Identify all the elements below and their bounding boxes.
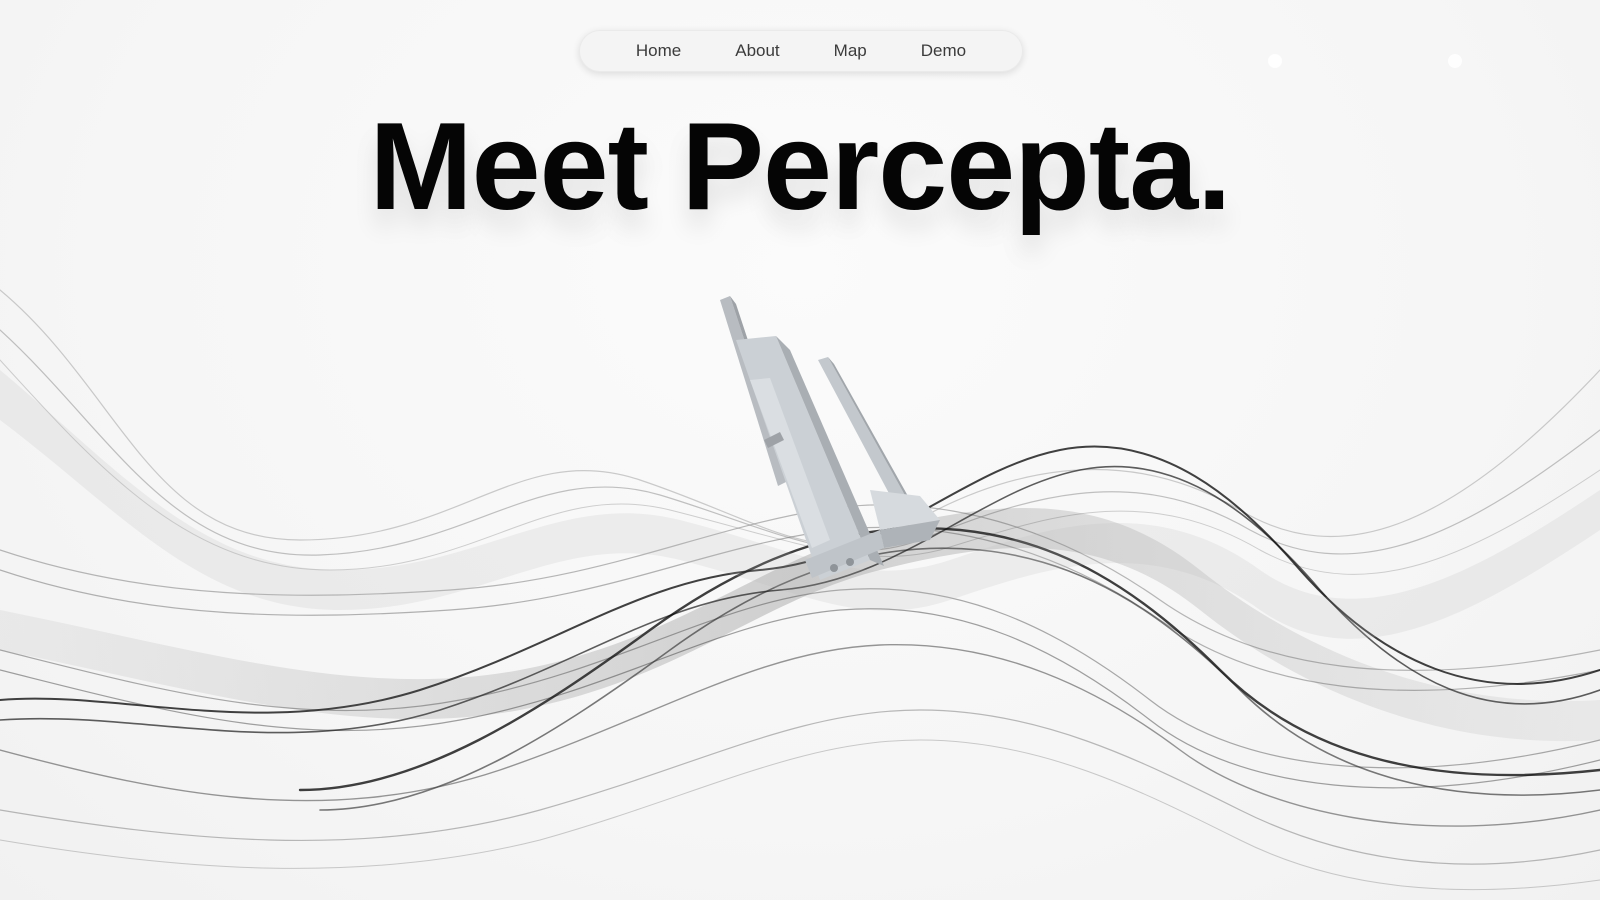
landing-page: Home About Map Demo Meet Percepta. [0,0,1600,900]
decorative-dot [1448,54,1462,68]
nav-link-map[interactable]: Map [807,30,894,72]
nav-link-demo[interactable]: Demo [894,30,993,72]
decorative-dot [1268,54,1282,68]
nav-link-home[interactable]: Home [609,30,708,72]
nav-link-about[interactable]: About [708,30,806,72]
wave-background [0,289,1600,891]
hero-title: Meet Percepta. [369,98,1231,236]
top-navigation: Home About Map Demo [579,30,1023,72]
